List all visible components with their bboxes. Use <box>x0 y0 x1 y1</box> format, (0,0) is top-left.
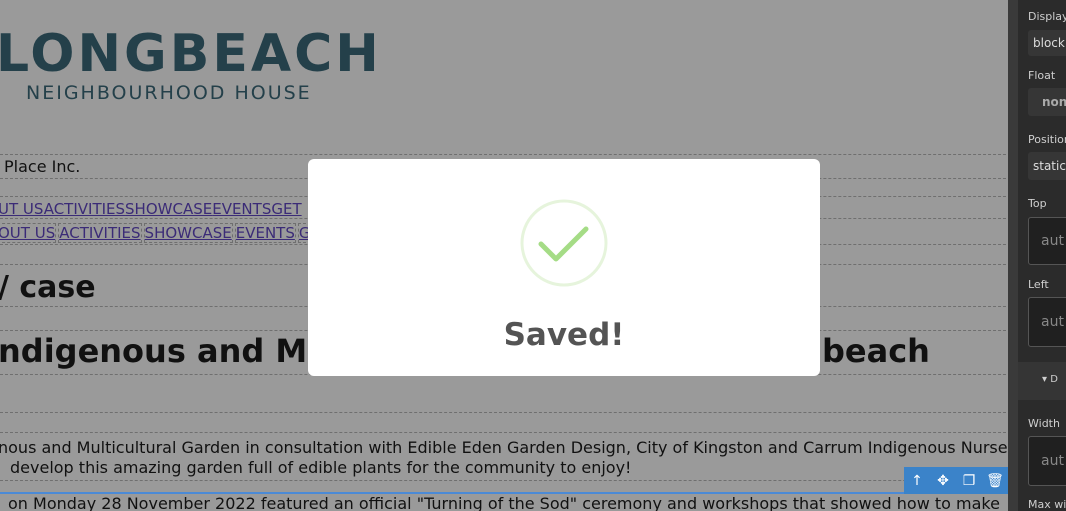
width-input[interactable]: aut <box>1028 436 1066 486</box>
float-label: Float <box>1028 69 1056 82</box>
saved-message: Saved! <box>503 317 625 353</box>
dimension-section-header[interactable]: ▾ D <box>1018 362 1066 400</box>
position-label: Position <box>1028 133 1066 146</box>
max-width-label: Max wi <box>1028 498 1066 511</box>
top-label: Top <box>1028 197 1047 210</box>
float-radio[interactable]: none <box>1028 88 1066 116</box>
dimension-toggle[interactable]: ▾ D <box>1042 374 1058 385</box>
top-input[interactable]: aut <box>1028 217 1066 265</box>
style-manager-panel: Display block Float none Position static… <box>1008 0 1066 511</box>
position-select[interactable]: static <box>1028 152 1066 180</box>
saved-dialog: Saved! <box>308 159 820 376</box>
display-select[interactable]: block <box>1028 30 1066 56</box>
panel-scroll-strip[interactable] <box>1008 0 1018 511</box>
display-label: Display <box>1028 10 1066 23</box>
width-label: Width <box>1028 417 1060 430</box>
left-input[interactable]: aut <box>1028 297 1066 347</box>
success-check-icon <box>520 199 608 287</box>
left-label: Left <box>1028 278 1049 291</box>
